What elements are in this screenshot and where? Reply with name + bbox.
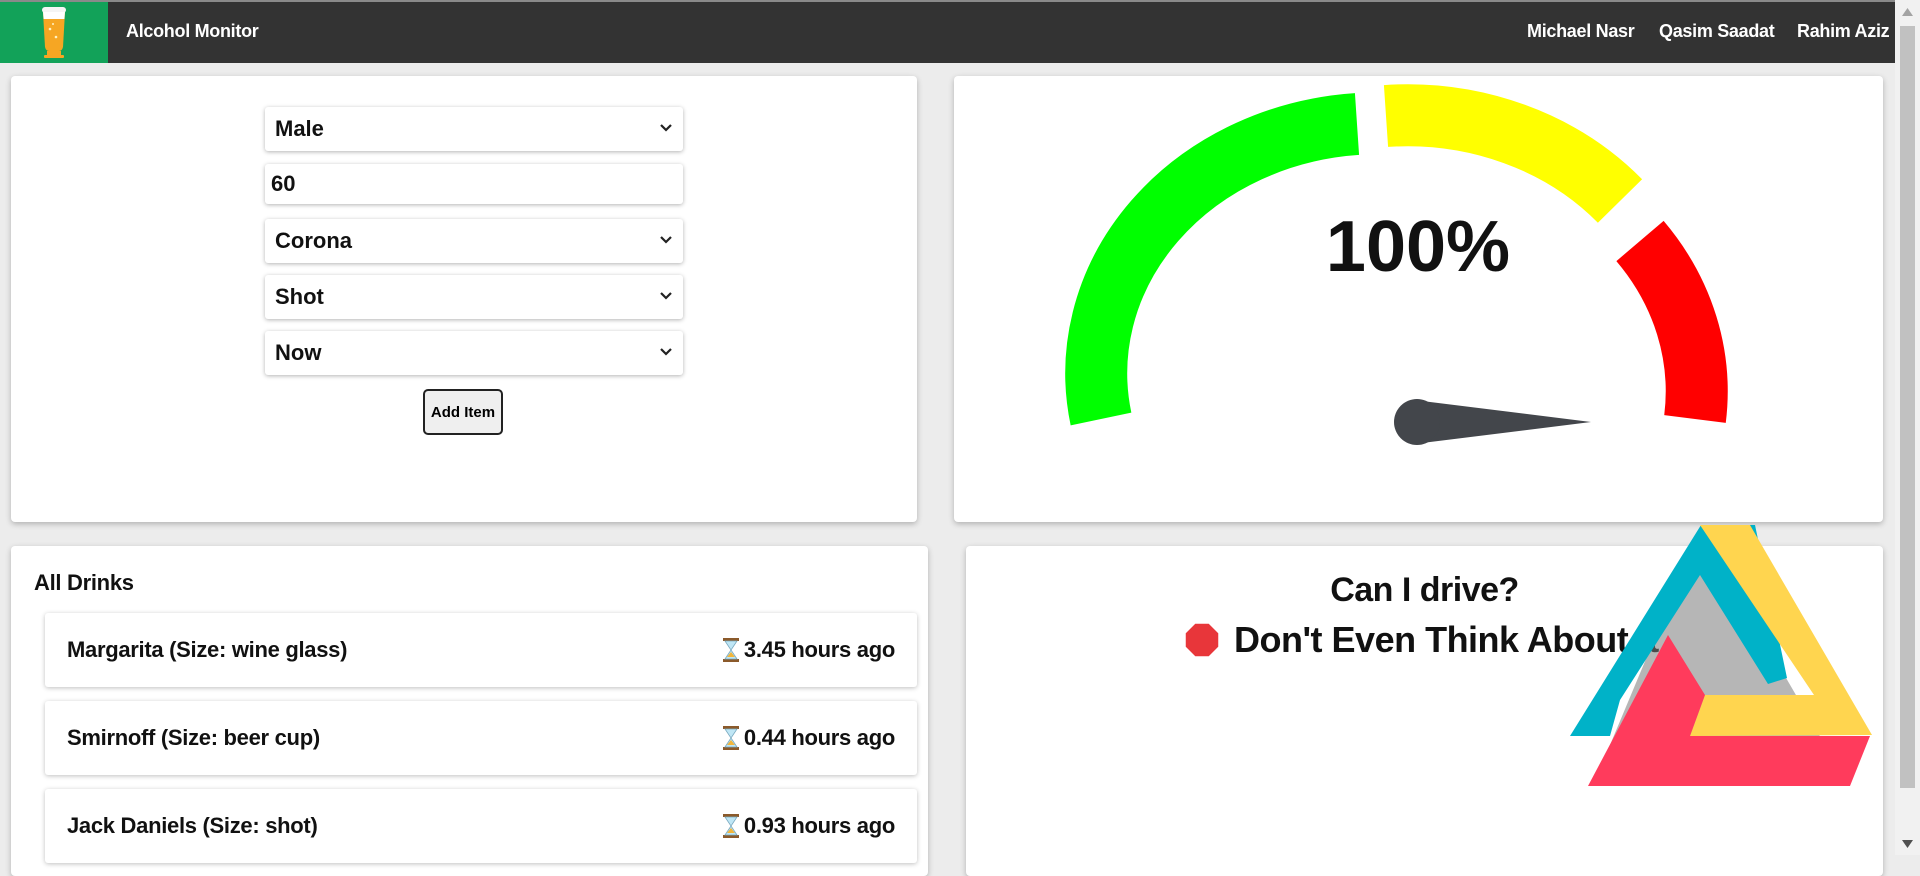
stop-sign-icon [1184,622,1220,658]
bac-gauge-card: 100% [954,76,1883,522]
gauge-needle [1394,399,1591,445]
hourglass-icon [722,814,739,838]
chevron-down-icon [660,292,672,300]
nav-link-rahim-aziz[interactable]: Rahim Aziz [1797,21,1890,42]
app-title[interactable]: Alcohol Monitor [126,21,259,42]
scroll-down-arrow-icon[interactable] [1902,840,1913,848]
drink-select-value: Corona [275,228,352,253]
gauge-red-segment [1616,220,1728,423]
chevron-down-icon [660,236,672,244]
chevron-down-icon [660,124,672,132]
drink-name: Jack Daniels (Size: shot) [67,813,318,838]
drink-time: 3.45 hours ago [722,637,895,663]
beer-glass-icon [42,6,66,58]
all-drinks-card: All Drinks Margarita (Size: wine glass) … [11,546,928,876]
drink-list-item[interactable]: Smirnoff (Size: beer cup) 0.44 hours ago [45,701,917,775]
all-drinks-title: All Drinks [34,570,134,595]
hourglass-icon [722,726,739,750]
gauge-green-segment [1065,93,1360,426]
drink-list-item[interactable]: Jack Daniels (Size: shot) 0.93 hours ago [45,789,917,863]
top-navbar: Alcohol Monitor Michael Nasr Qasim Saada… [0,0,1895,63]
size-select-value: Shot [275,284,324,309]
time-select[interactable]: Now [265,331,683,375]
add-item-button[interactable]: Add Item [423,389,503,435]
drink-name: Margarita (Size: wine glass) [67,637,348,662]
drink-time-text: 0.93 hours ago [743,813,895,838]
drink-select[interactable]: Corona [265,219,683,263]
scroll-up-arrow-icon[interactable] [1902,8,1913,16]
drink-list-item[interactable]: Margarita (Size: wine glass) 3.45 hours … [45,613,917,687]
drink-time-text: 3.45 hours ago [743,637,895,662]
time-select-value: Now [275,340,322,365]
nav-link-michael-nasr[interactable]: Michael Nasr [1527,21,1635,42]
drink-form-card: Male 60 Corona Shot Now Add Item [11,76,917,522]
gender-select[interactable]: Male [265,107,683,151]
size-select[interactable]: Shot [265,275,683,319]
gauge-value-label: 100% [1326,207,1510,287]
weight-input-value: 60 [271,171,296,196]
drink-time: 0.93 hours ago [722,813,895,839]
bac-gauge: 100% [1065,84,1728,445]
impossible-triangle-logo [1570,525,1872,786]
gauge-yellow-segment [1383,84,1643,224]
gender-select-value: Male [275,116,324,141]
drink-time-text: 0.44 hours ago [743,725,895,750]
weight-input[interactable]: 60 [265,164,683,204]
nav-link-qasim-saadat[interactable]: Qasim Saadat [1659,21,1775,42]
drink-name: Smirnoff (Size: beer cup) [67,725,320,750]
beer-glass-logo[interactable] [0,2,108,63]
chevron-down-icon [660,348,672,356]
scrollbar-thumb[interactable] [1900,26,1915,788]
hourglass-icon [722,638,739,662]
vertical-scrollbar[interactable] [1895,0,1920,855]
drink-time: 0.44 hours ago [722,725,895,751]
